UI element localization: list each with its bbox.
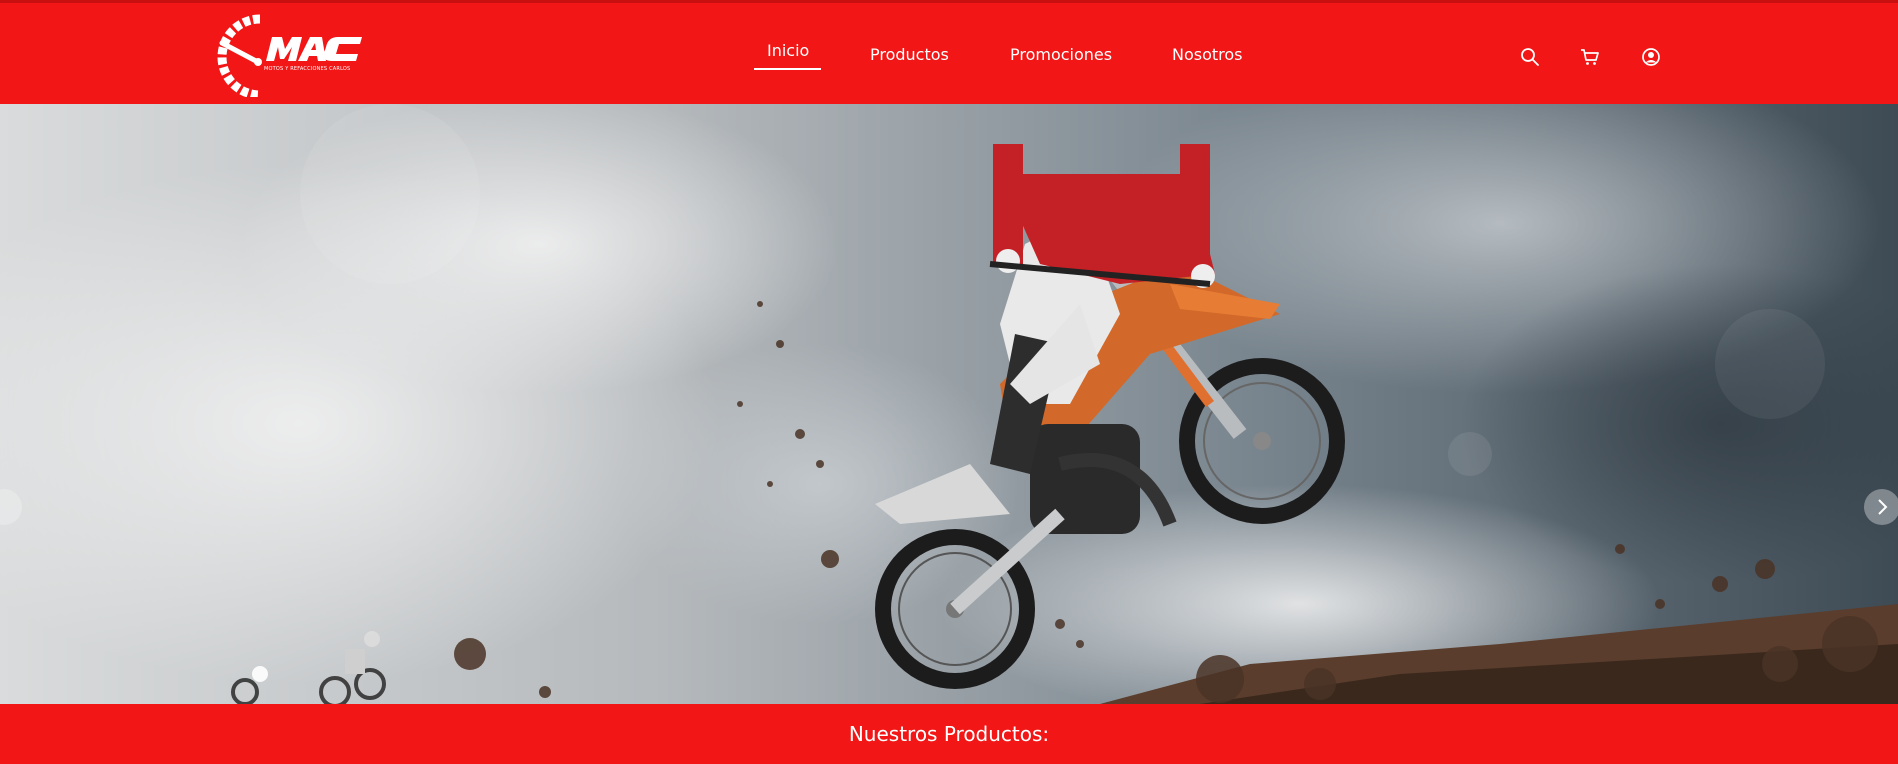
hero-image (0, 104, 1898, 704)
active-nav-indicator (754, 68, 821, 70)
nav-item-inicio[interactable]: Inicio (767, 41, 809, 60)
account-button[interactable] (1640, 46, 1662, 68)
user-account-icon (1642, 48, 1660, 66)
site-header: MOTOS Y REFACCIONES CARLOS Inicio Produc… (0, 0, 1898, 104)
carousel-prev-button[interactable] (0, 485, 22, 529)
nav-item-nosotros[interactable]: Nosotros (1172, 45, 1243, 64)
nav-item-productos[interactable]: Productos (870, 45, 949, 64)
cart-button[interactable] (1579, 46, 1601, 68)
nav-item-promociones[interactable]: Promociones (1010, 45, 1112, 64)
section-title: Nuestros Productos: (848, 722, 1050, 746)
chevron-left-icon (0, 489, 22, 525)
brand-tagline: MOTOS Y REFACCIONES CARLOS (264, 66, 351, 72)
logo-mark-icon (217, 14, 362, 100)
brand-logo[interactable]: MOTOS Y REFACCIONES CARLOS (212, 13, 368, 100)
carousel-next-button[interactable] (1864, 485, 1898, 529)
search-button[interactable] (1519, 46, 1541, 68)
chevron-right-icon (1864, 489, 1898, 525)
hero-banner (0, 104, 1898, 704)
products-section-header: Nuestros Productos: (0, 704, 1898, 764)
cart-icon (1581, 49, 1599, 65)
search-icon (1521, 48, 1539, 66)
